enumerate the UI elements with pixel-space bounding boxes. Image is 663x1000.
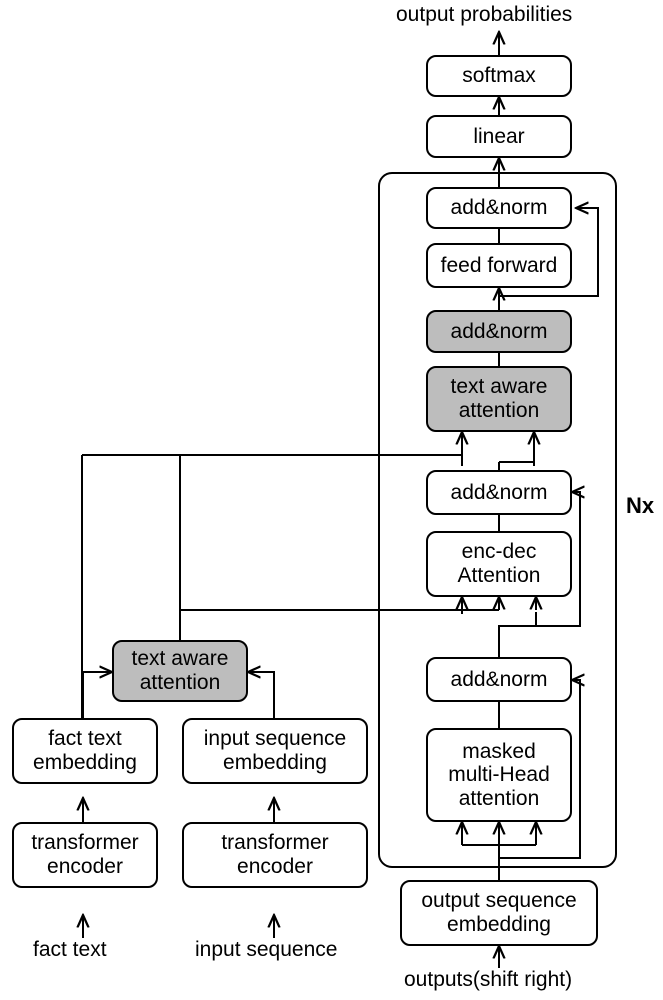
linear-label: linear <box>473 124 525 148</box>
addnorm-top-label: add&norm <box>450 196 548 220</box>
text-aware-attention-encoder-label: text aware attention <box>131 647 229 694</box>
output-probabilities-label: output probabilities <box>396 3 573 26</box>
output-sequence-embedding-label: output sequence embedding <box>421 889 577 936</box>
input-sequence-embedding-block: input sequence embedding <box>182 718 368 784</box>
transformer-encoder-fact-block: transformer encoder <box>12 822 158 888</box>
feed-forward-label: feed forward <box>440 253 558 277</box>
text-aware-attention-decoder-label: text aware attention <box>450 375 548 422</box>
transformer-encoder-input-block: transformer encoder <box>182 822 368 888</box>
masked-multihead-attention-label: masked multi-Head attention <box>448 739 550 810</box>
output-sequence-embedding-block: output sequence embedding <box>400 880 598 946</box>
softmax-label: softmax <box>462 64 536 88</box>
outputs-shift-right-label: outputs(shift right) <box>404 968 573 991</box>
masked-multihead-attention-block: masked multi-Head attention <box>426 728 572 822</box>
transformer-architecture-diagram: Nx output probabilities softmax linear a… <box>0 0 663 1000</box>
enc-dec-attention-block: enc-dec Attention <box>426 531 572 597</box>
addnorm-encdec-label: add&norm <box>450 480 548 504</box>
linear-block: linear <box>426 115 572 158</box>
softmax-block: softmax <box>426 55 572 97</box>
fact-text-embedding-block: fact text embedding <box>12 718 158 784</box>
addnorm-text-aware-block: add&norm <box>426 310 572 353</box>
feed-forward-block: feed forward <box>426 243 572 288</box>
enc-dec-attention-label: enc-dec Attention <box>457 540 541 587</box>
addnorm-masked-label: add&norm <box>450 667 548 691</box>
text-aware-attention-decoder-block: text aware attention <box>426 366 572 432</box>
text-aware-attention-encoder-block: text aware attention <box>112 640 248 702</box>
repeat-count-label: Nx <box>626 493 655 518</box>
fact-text-input-label: fact text <box>33 938 107 961</box>
input-sequence-embedding-label: input sequence embedding <box>203 727 347 774</box>
addnorm-top-block: add&norm <box>426 187 572 229</box>
addnorm-masked-block: add&norm <box>426 657 572 702</box>
addnorm-encdec-block: add&norm <box>426 470 572 515</box>
transformer-encoder-input-label: transformer encoder <box>221 831 329 878</box>
transformer-encoder-fact-label: transformer encoder <box>31 831 139 878</box>
addnorm-text-aware-label: add&norm <box>450 319 548 343</box>
input-sequence-input-label: input sequence <box>195 938 338 961</box>
fact-text-embedding-label: fact text embedding <box>33 727 137 774</box>
